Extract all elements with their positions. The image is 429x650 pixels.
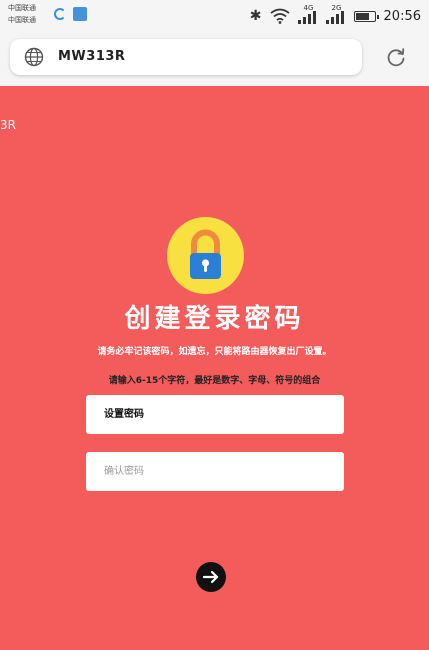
- password-hint: 请输入6-15个字符，最好是数字、字母、符号的组合: [108, 376, 321, 386]
- address-bar[interactable]: MW313R: [10, 39, 362, 75]
- app-notification-icon: [73, 7, 87, 21]
- page-title: 创建登录密码: [124, 304, 305, 334]
- status-icons: ✱ 4G 2G 20:56: [249, 4, 421, 26]
- reload-icon[interactable]: [385, 46, 407, 68]
- browser-toolbar: MW313R: [0, 32, 429, 86]
- router-setup-page: 3R 创建登录密码 请务必牢记该密码，如遗忘，只能将路由器恢复出厂设置。 请输入…: [0, 86, 429, 650]
- lock-icon: [190, 229, 221, 279]
- wifi-icon: [269, 8, 290, 24]
- signal-icon-1: 4G: [297, 4, 318, 24]
- clock: 20:56: [383, 8, 421, 24]
- warning-subtitle: 请务必牢记该密码，如遗忘，只能将路由器恢复出厂设置。: [97, 347, 332, 357]
- set-password-input[interactable]: [86, 395, 344, 434]
- battery-icon: [353, 10, 379, 22]
- globe-icon: [24, 47, 44, 67]
- lock-badge: [167, 217, 244, 294]
- status-bar: 中国联通 中国联通 ✱ 4G 2G 20:56: [0, 0, 429, 32]
- url-text: MW313R: [58, 49, 126, 64]
- signal-icon-2: 2G: [325, 4, 346, 24]
- confirm-password-input[interactable]: [86, 452, 344, 491]
- next-button[interactable]: [196, 562, 226, 592]
- carrier-label-1: 中国联通: [8, 4, 36, 12]
- loading-icon: [54, 8, 66, 20]
- clipped-logo-text: 3R: [0, 118, 16, 132]
- carrier-label-2: 中国联通: [8, 16, 36, 24]
- bluetooth-icon: ✱: [249, 8, 262, 24]
- arrow-right-icon: [202, 570, 219, 584]
